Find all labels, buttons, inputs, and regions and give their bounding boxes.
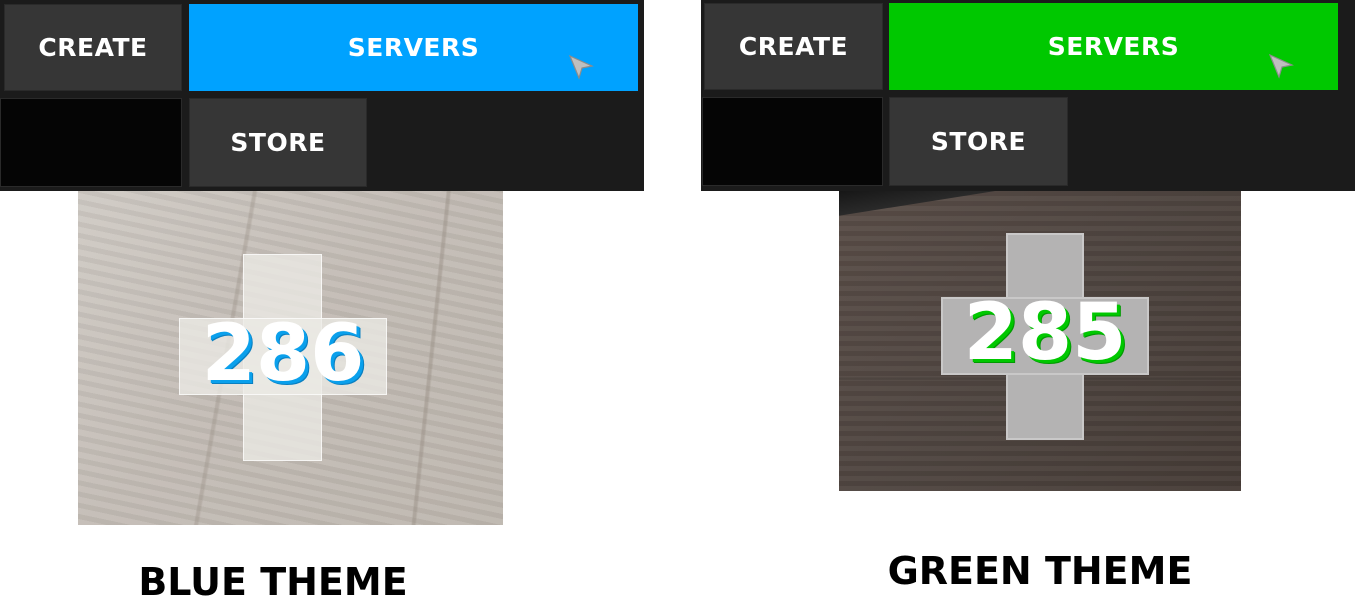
arrow-cursor-icon [1268,53,1294,79]
servers-button[interactable]: SERVERS [889,3,1338,90]
green-theme-menu: CREATE SERVERS STORE [701,0,1355,191]
blue-theme-caption: BLUE THEME [138,560,408,604]
store-button[interactable]: STORE [889,97,1068,186]
blue-game-view: 286 [78,191,503,525]
servers-button-label: SERVERS [347,33,480,62]
empty-menu-slot [0,98,182,187]
servers-button[interactable]: SERVERS [189,4,638,91]
arrow-cursor-icon [568,54,594,80]
counter-value: 286 [201,309,365,399]
green-theme-caption: GREEN THEME [887,549,1193,593]
create-button[interactable]: CREATE [704,3,883,90]
green-game-view: 285 [839,191,1241,491]
create-button[interactable]: CREATE [4,4,182,91]
servers-button-label: SERVERS [1047,32,1180,61]
empty-menu-slot [702,97,883,186]
blue-theme-menu: CREATE SERVERS STORE [0,0,644,191]
floor-rail [839,191,1001,217]
counter-value: 285 [963,288,1127,378]
store-button[interactable]: STORE [189,98,367,187]
